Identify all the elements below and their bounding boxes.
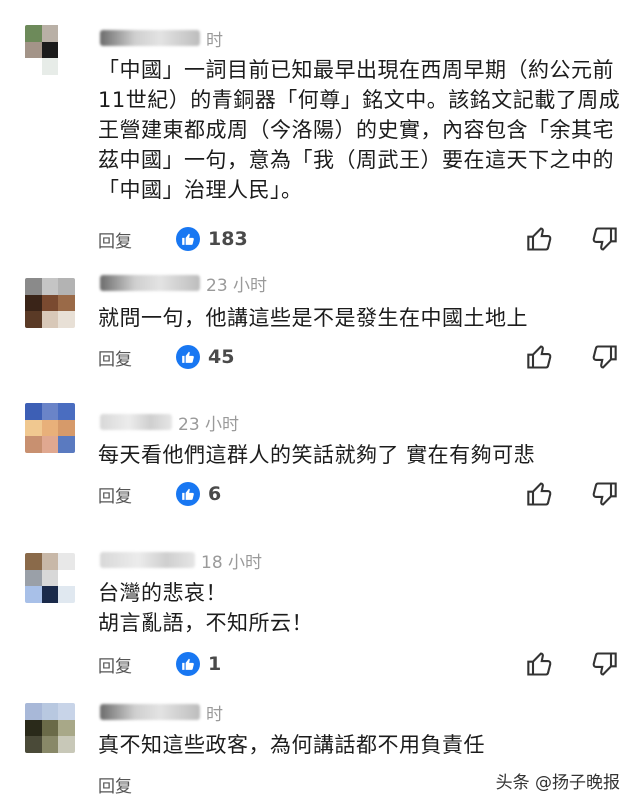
comment-text: 就問一句，他講這些是不是發生在中國土地上 bbox=[98, 306, 528, 330]
thumbs-up-icon[interactable] bbox=[526, 225, 554, 253]
thumbs-up-filled-icon bbox=[176, 227, 200, 251]
username-blurred[interactable] bbox=[100, 30, 200, 46]
username-blurred[interactable] bbox=[100, 275, 200, 291]
avatar[interactable] bbox=[25, 703, 75, 753]
thumbs-down-icon[interactable] bbox=[590, 343, 618, 371]
comment-actions: 回复 183 bbox=[98, 225, 618, 253]
reply-button[interactable]: 回复 bbox=[98, 482, 176, 507]
avatar[interactable] bbox=[25, 25, 75, 75]
username-blurred[interactable] bbox=[100, 414, 172, 430]
username-blurred[interactable] bbox=[100, 552, 195, 568]
avatar[interactable] bbox=[25, 553, 75, 603]
comment-meta: 23 小时 bbox=[100, 411, 240, 435]
comment-text: 真不知這些政客，為何講話都不用負責任 bbox=[98, 733, 485, 757]
comment-meta: 时 bbox=[100, 27, 223, 51]
like-count: 183 bbox=[208, 228, 248, 250]
thumbs-down-icon[interactable] bbox=[590, 225, 618, 253]
timestamp: 时 bbox=[206, 704, 223, 725]
reply-button[interactable]: 回复 bbox=[98, 772, 176, 797]
comment-meta: 18 小时 bbox=[100, 549, 263, 573]
timestamp: 23 小时 bbox=[178, 414, 240, 435]
vote-buttons bbox=[526, 343, 618, 371]
vote-buttons bbox=[526, 225, 618, 253]
comment-actions: 回复 6 bbox=[98, 480, 618, 508]
thumbs-up-icon[interactable] bbox=[526, 480, 554, 508]
thumbs-up-icon[interactable] bbox=[526, 343, 554, 371]
comment-actions: 回复 1 bbox=[98, 650, 618, 678]
thumbs-down-icon[interactable] bbox=[590, 650, 618, 678]
like-count: 6 bbox=[208, 483, 222, 505]
thumbs-up-icon[interactable] bbox=[526, 650, 554, 678]
watermark: 头条 @扬子晚报 bbox=[495, 773, 620, 793]
like-count: 45 bbox=[208, 346, 235, 368]
username-blurred[interactable] bbox=[100, 704, 200, 720]
reply-button[interactable]: 回复 bbox=[98, 345, 176, 370]
avatar[interactable] bbox=[25, 278, 75, 328]
thumbs-up-filled-icon bbox=[176, 482, 200, 506]
timestamp: 时 bbox=[206, 30, 223, 51]
comment-text: 台灣的悲哀！ 胡言亂語，不知所云！ bbox=[98, 581, 313, 635]
timestamp: 18 小时 bbox=[201, 552, 263, 573]
comment-text: 「中國」一詞目前已知最早出現在西周早期（約公元前11世紀）的青銅器「何尊」銘文中… bbox=[98, 58, 621, 202]
thumbs-up-filled-icon bbox=[176, 345, 200, 369]
avatar[interactable] bbox=[25, 403, 75, 453]
vote-buttons bbox=[526, 480, 618, 508]
timestamp: 23 小时 bbox=[206, 275, 268, 296]
comment-meta: 时 bbox=[100, 701, 223, 725]
reply-button[interactable]: 回复 bbox=[98, 227, 176, 252]
comment-text: 每天看他們這群人的笑話就夠了 實在有夠可悲 bbox=[98, 443, 536, 467]
like-count: 1 bbox=[208, 653, 222, 675]
reply-button[interactable]: 回复 bbox=[98, 652, 176, 677]
comment-meta: 23 小时 bbox=[100, 272, 268, 296]
comment-actions: 回复 45 bbox=[98, 343, 618, 371]
thumbs-up-filled-icon bbox=[176, 652, 200, 676]
thumbs-down-icon[interactable] bbox=[590, 480, 618, 508]
vote-buttons bbox=[526, 650, 618, 678]
